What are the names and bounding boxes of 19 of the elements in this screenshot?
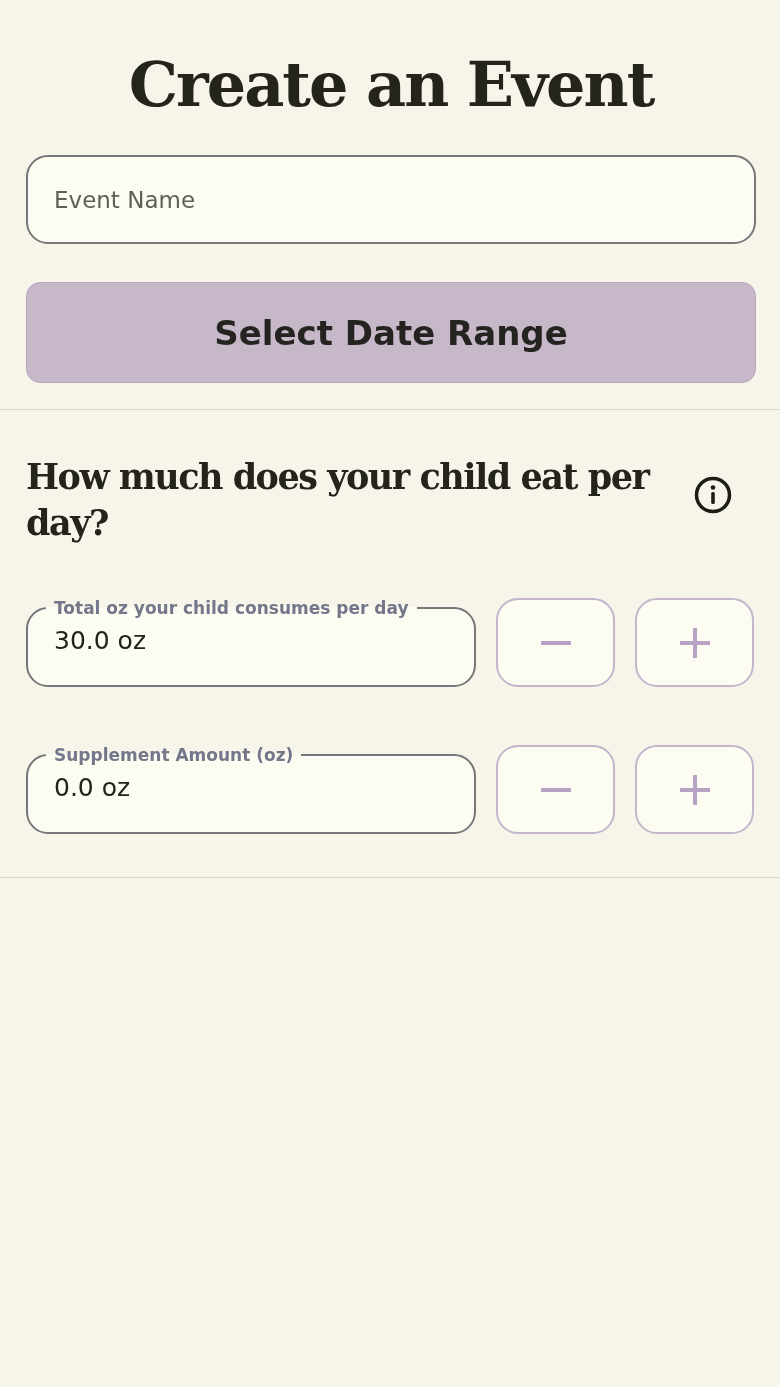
field-label: Total oz your child consumes per day bbox=[53, 598, 410, 618]
plus-icon bbox=[679, 627, 710, 658]
plus-icon bbox=[679, 774, 710, 805]
info-icon[interactable] bbox=[694, 476, 732, 514]
field-label: Supplement Amount (oz) bbox=[53, 745, 295, 765]
field-value: 30.0 oz bbox=[54, 626, 147, 655]
event-name-field[interactable]: Event Name bbox=[26, 155, 756, 244]
amount-field[interactable]: Supplement Amount (oz) 0.0 oz bbox=[26, 745, 476, 834]
increment-button[interactable] bbox=[635, 598, 754, 687]
increment-button[interactable] bbox=[635, 745, 754, 834]
question-heading: How much does your child eat per day? bbox=[26, 455, 651, 545]
decrement-button[interactable] bbox=[496, 745, 615, 834]
select-date-range-button[interactable]: Select Date Range bbox=[26, 282, 756, 383]
minus-icon bbox=[540, 640, 571, 645]
page-title: Create an Event bbox=[127, 48, 656, 121]
amount-field[interactable]: Total oz your child consumes per day 30.0 oz bbox=[26, 598, 476, 687]
field-value: 0.0 oz bbox=[54, 773, 131, 802]
minus-icon bbox=[540, 787, 571, 792]
decrement-button[interactable] bbox=[496, 598, 615, 687]
